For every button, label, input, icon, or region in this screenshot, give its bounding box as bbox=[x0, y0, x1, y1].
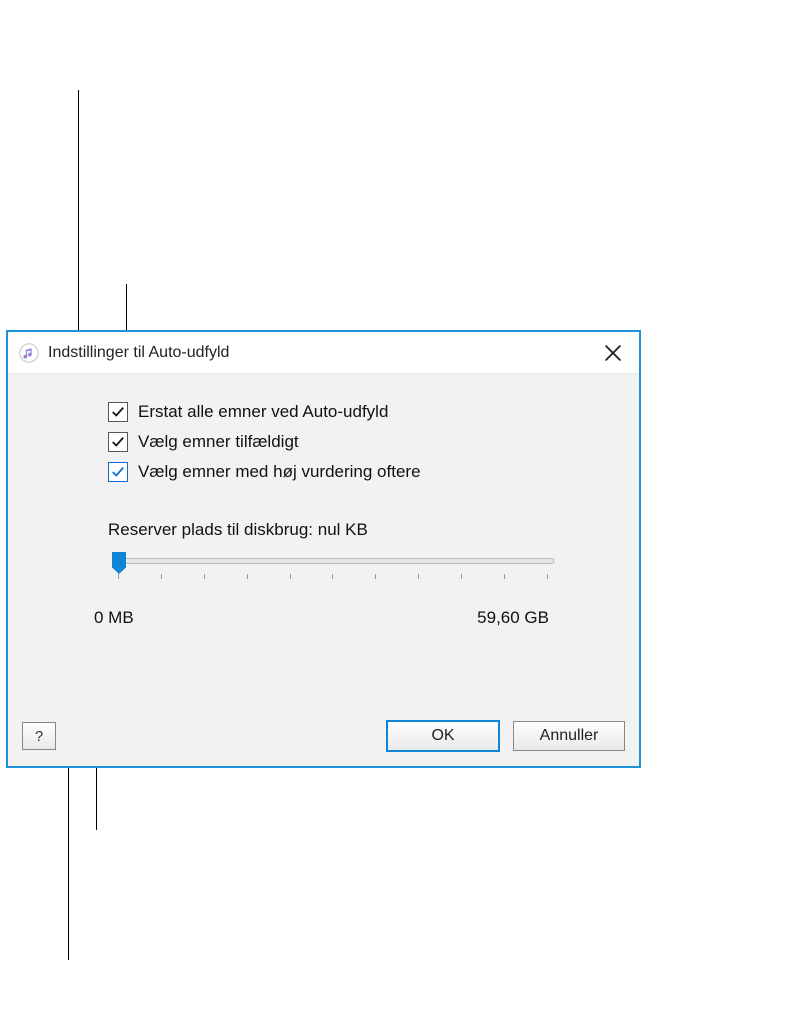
checkbox-random[interactable] bbox=[108, 432, 128, 452]
slider-track bbox=[112, 558, 554, 564]
titlebar: Indstillinger til Auto-udfyld bbox=[8, 332, 639, 374]
option-label: Vælg emner med høj vurdering oftere bbox=[138, 462, 421, 482]
autofill-settings-window: Indstillinger til Auto-udfyld Erstat all… bbox=[6, 330, 641, 768]
slider-range-labels: 0 MB 59,60 GB bbox=[94, 608, 549, 628]
slider-label: Reserver plads til diskbrug: nul KB bbox=[108, 520, 579, 540]
checkbox-replace-all[interactable] bbox=[108, 402, 128, 422]
option-higher-rated: Vælg emner med høj vurdering oftere bbox=[108, 462, 579, 482]
slider-min-label: 0 MB bbox=[94, 608, 134, 628]
option-random: Vælg emner tilfældigt bbox=[108, 432, 579, 452]
footer: ? OK Annuller bbox=[8, 706, 639, 766]
music-note-icon bbox=[16, 340, 42, 366]
reserve-space-section: Reserver plads til diskbrug: nul KB 0 MB… bbox=[108, 520, 579, 628]
help-button[interactable]: ? bbox=[22, 722, 56, 750]
content-area: Erstat alle emner ved Auto-udfyld Vælg e… bbox=[8, 374, 639, 766]
checkbox-higher-rated[interactable] bbox=[108, 462, 128, 482]
close-button[interactable] bbox=[593, 333, 633, 373]
option-label: Vælg emner tilfældigt bbox=[138, 432, 299, 452]
window-title: Indstillinger til Auto-udfyld bbox=[48, 344, 593, 362]
cancel-button[interactable]: Annuller bbox=[513, 721, 625, 751]
close-icon bbox=[605, 345, 621, 361]
option-label: Erstat alle emner ved Auto-udfyld bbox=[138, 402, 388, 422]
ok-button[interactable]: OK bbox=[387, 721, 499, 751]
slider-ticks bbox=[118, 574, 548, 579]
slider-max-label: 59,60 GB bbox=[477, 608, 549, 628]
reserve-space-slider[interactable] bbox=[108, 554, 558, 580]
option-replace-all: Erstat alle emner ved Auto-udfyld bbox=[108, 402, 579, 422]
slider-thumb[interactable] bbox=[112, 552, 126, 574]
